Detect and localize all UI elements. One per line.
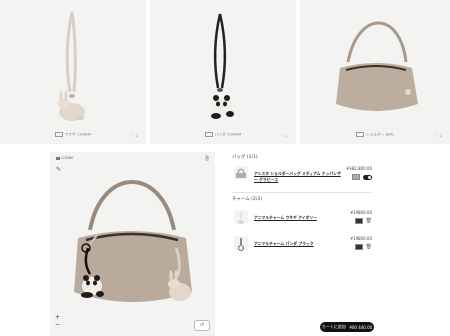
panda-thumbnail xyxy=(234,236,248,251)
shoulder-bag-image xyxy=(336,21,418,111)
like-count: 1 xyxy=(285,134,288,138)
tile-caption: ショルダー BAG xyxy=(300,131,450,138)
charm-item-name[interactable]: アニマルチャーム パンダ ブラック xyxy=(254,241,314,247)
charm-section-title: チャーム (2/3) xyxy=(232,197,263,202)
reset-view-button[interactable]: ↺ xyxy=(194,320,210,331)
trash-icon[interactable]: 🗑 xyxy=(366,218,372,224)
charm-item-row[interactable]: アニマルチャーム パンダ ブラック ¥19800.00 🗑 xyxy=(232,234,372,256)
configurator-panel: バッグ (1/1) アシスタ ショルダーバッグ ミディアム ナッパレザー グラビ… xyxy=(232,152,442,336)
tile-caption: ウサギ CHARM xyxy=(0,131,146,138)
bag-price: ¥382,800.00 xyxy=(346,166,372,171)
zoom-out-button[interactable]: − xyxy=(55,321,60,328)
charm-options: 🗑 xyxy=(354,218,372,224)
cart-label: カートに追加 xyxy=(321,324,346,329)
charm-price: ¥19800.00 xyxy=(350,236,372,241)
charm-item-row[interactable]: アニマルチャーム ウサギ アイボリー ¥19800.00 🗑 xyxy=(232,208,372,230)
charm-price: ¥19800.00 xyxy=(350,210,372,215)
panda-charm-image xyxy=(211,13,234,119)
zoom-in-button[interactable]: + xyxy=(55,314,60,321)
cart-total: ¥00 440.00 xyxy=(349,324,373,330)
zoom-controls[interactable]: + − xyxy=(55,314,60,328)
bag-with-charms-image xyxy=(74,180,192,302)
like-button[interactable]: ♡ 1 xyxy=(279,133,288,139)
item-thumbnail-icon xyxy=(204,131,213,137)
product-viewer[interactable]: LOEWE ✎ 🗎 + − ↺ xyxy=(50,152,215,336)
item-thumbnail-icon xyxy=(54,131,63,137)
like-count: 1 xyxy=(135,134,138,138)
color-swatch[interactable] xyxy=(352,174,360,180)
like-count: 1 xyxy=(439,134,442,138)
like-button[interactable]: ♡ 1 xyxy=(433,133,442,139)
bag-toggle[interactable] xyxy=(363,174,372,180)
rabbit-thumbnail xyxy=(234,210,248,224)
trash-icon[interactable]: 🗑 xyxy=(366,244,372,250)
gallery-tile-panda[interactable]: パンダ CHARM ♡ 1 xyxy=(150,0,296,144)
bag-item-name[interactable]: アシスタ ショルダーバッグ ミディアム ナッパレザー グラビーユ xyxy=(254,171,344,183)
charm-item-name[interactable]: アニマルチャーム ウサギ アイボリー xyxy=(254,215,317,221)
bag-thumbnail xyxy=(234,166,248,180)
divider xyxy=(232,192,372,193)
color-swatch[interactable] xyxy=(354,218,363,224)
tile-caption: パンダ CHARM xyxy=(150,131,296,138)
color-swatch[interactable] xyxy=(354,244,363,250)
heart-icon: ♡ xyxy=(434,134,438,138)
like-button[interactable]: ♡ 1 xyxy=(129,133,138,139)
heart-icon: ♡ xyxy=(280,134,284,138)
bag-section-title: バッグ (1/1) xyxy=(232,155,258,160)
item-thumbnail-icon xyxy=(356,131,365,137)
gallery-tile-bag[interactable]: ショルダー BAG ♡ 1 xyxy=(300,0,450,144)
heart-icon: ♡ xyxy=(130,134,134,138)
gallery-tile-rabbit[interactable]: ウサギ CHARM ♡ 1 xyxy=(0,0,146,144)
charm-options: 🗑 xyxy=(354,244,372,250)
bag-item-row[interactable]: アシスタ ショルダーバッグ ミディアム ナッパレザー グラビーユ ¥382,80… xyxy=(232,164,372,186)
rabbit-charm-image xyxy=(58,11,85,121)
bag-options xyxy=(352,174,372,180)
add-to-cart-button[interactable]: カートに追加 ¥00 440.00 xyxy=(320,322,374,332)
